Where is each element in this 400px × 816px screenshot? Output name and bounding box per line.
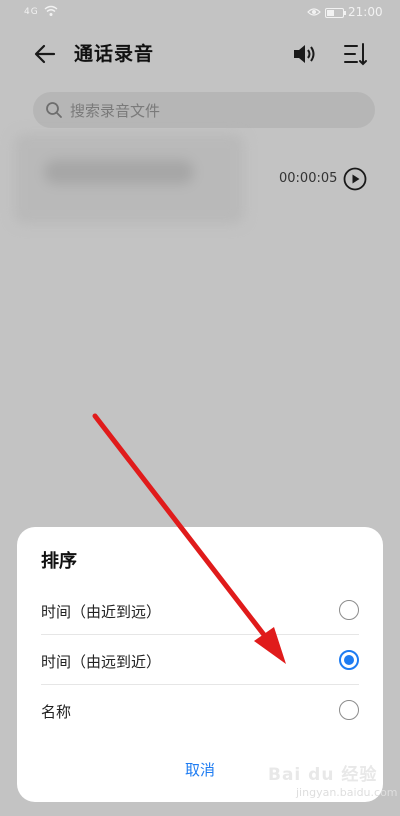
sort-option-time-desc[interactable]: 时间（由近到远） <box>41 585 359 635</box>
eye-icon <box>307 8 321 16</box>
status-bar: 4G 21:00 <box>0 0 400 26</box>
recording-name-blurred <box>14 134 244 224</box>
recording-duration: 00:00:05 <box>279 171 338 186</box>
sort-option-time-asc[interactable]: 时间（由远到近） <box>41 635 359 685</box>
radio-checked-icon[interactable] <box>339 650 359 670</box>
option-label: 名称 <box>41 703 72 721</box>
cancel-button[interactable]: 取消 <box>150 759 250 785</box>
search-input[interactable]: 搜索录音文件 <box>33 92 375 128</box>
wifi-icon <box>44 5 58 16</box>
page-title: 通话录音 <box>74 43 155 65</box>
signal-icon: 4G <box>24 7 39 17</box>
radio-unchecked-icon[interactable] <box>339 700 359 720</box>
watermark-logo: Bai du 经验 jingyan.baidu.com <box>268 760 398 810</box>
play-icon[interactable] <box>343 167 367 191</box>
sort-option-name[interactable]: 名称 <box>41 685 359 735</box>
option-label: 时间（由近到远） <box>41 603 162 621</box>
option-label: 时间（由远到近） <box>41 653 162 671</box>
watermark-text: Bai du 经验 <box>268 765 378 785</box>
watermark-subtext: jingyan.baidu.com <box>296 786 398 799</box>
search-placeholder: 搜索录音文件 <box>70 102 161 120</box>
sort-icon[interactable] <box>340 40 370 68</box>
speaker-icon[interactable] <box>290 40 320 68</box>
dialog-title: 排序 <box>41 551 77 572</box>
arrow-left-icon[interactable] <box>30 39 60 69</box>
app-header: 通话录音 <box>0 26 400 82</box>
battery-icon <box>325 8 346 18</box>
search-icon <box>46 102 62 118</box>
status-time: 21:00 <box>348 5 383 19</box>
list-item[interactable]: 00:00:05 <box>0 134 400 224</box>
radio-unchecked-icon[interactable] <box>339 600 359 620</box>
